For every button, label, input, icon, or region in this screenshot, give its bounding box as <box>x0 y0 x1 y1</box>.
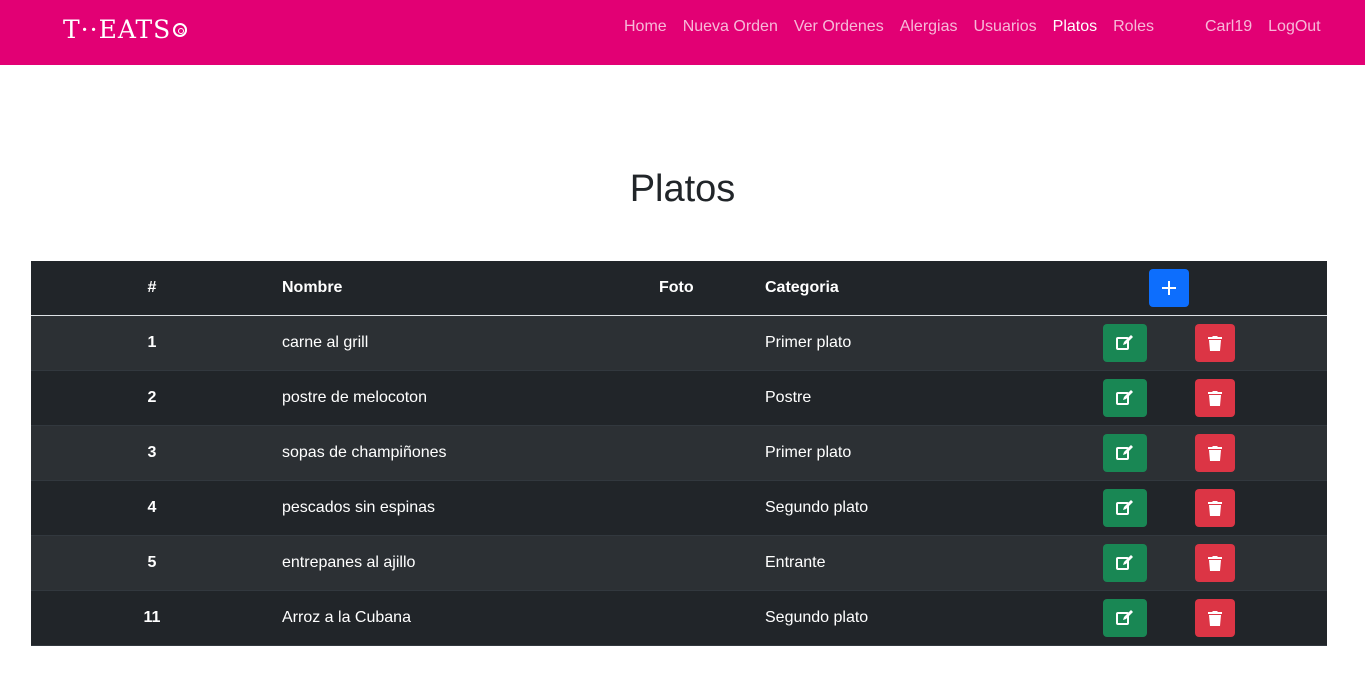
edit-button[interactable] <box>1103 489 1147 527</box>
nav-link-usuarios[interactable]: Usuarios <box>974 18 1037 40</box>
row-name: pescados sin espinas <box>282 499 435 516</box>
row-id: 11 <box>143 609 161 626</box>
edit-icon <box>1116 555 1133 570</box>
table-row: 4 pescados sin espinas Segundo plato <box>31 481 1327 536</box>
edit-icon <box>1116 390 1133 405</box>
delete-button[interactable] <box>1195 544 1235 582</box>
trash-icon <box>1208 556 1222 571</box>
edit-icon <box>1116 500 1133 515</box>
delete-button[interactable] <box>1195 489 1235 527</box>
row-name: Arroz a la Cubana <box>282 609 411 626</box>
plus-icon <box>1162 281 1176 295</box>
row-category: Primer plato <box>765 334 852 351</box>
page-title: Platos <box>629 168 736 210</box>
header-categoria: Categoria <box>765 279 839 296</box>
row-category: Segundo plato <box>765 609 869 626</box>
header-nombre: Nombre <box>282 279 343 296</box>
edit-button[interactable] <box>1103 324 1147 362</box>
delete-button[interactable] <box>1195 599 1235 637</box>
nav-link-platos[interactable]: Platos <box>1053 18 1097 40</box>
add-plato-button[interactable] <box>1149 269 1189 307</box>
row-category: Postre <box>765 389 812 406</box>
trash-icon <box>1208 446 1222 461</box>
brand-name: T··EATS <box>63 14 172 44</box>
header-foto: Foto <box>659 279 694 296</box>
edit-button[interactable] <box>1103 434 1147 472</box>
table-row: 11 Arroz a la Cubana Segundo plato <box>31 591 1327 646</box>
row-id: 3 <box>147 444 157 461</box>
trash-icon <box>1208 391 1222 406</box>
table-row: 3 sopas de champiñones Primer plato <box>31 426 1327 481</box>
row-id: 5 <box>147 554 157 571</box>
nav-link-home[interactable]: Home <box>624 18 667 40</box>
row-category: Entrante <box>765 554 826 571</box>
donut-icon <box>173 23 188 37</box>
edit-button[interactable] <box>1103 599 1147 637</box>
nav-link-ver-ordenes[interactable]: Ver Ordenes <box>794 18 884 40</box>
trash-icon <box>1208 501 1222 516</box>
table-row: 2 postre de melocoton Postre <box>31 371 1327 426</box>
user-profile-link[interactable]: Carl19 <box>1205 18 1252 40</box>
nav-link-roles[interactable]: Roles <box>1113 18 1154 40</box>
row-id: 1 <box>147 334 157 351</box>
table-row: 1 carne al grill Primer plato <box>31 316 1327 371</box>
row-category: Primer plato <box>765 444 852 461</box>
edit-button[interactable] <box>1103 544 1147 582</box>
delete-button[interactable] <box>1195 434 1235 472</box>
platos-table: # Nombre Foto Categoria 1 carne al grill… <box>31 261 1327 646</box>
logout-link[interactable]: LogOut <box>1268 18 1320 40</box>
row-id: 4 <box>147 499 157 516</box>
edit-icon <box>1116 335 1133 350</box>
trash-icon <box>1208 336 1222 351</box>
trash-icon <box>1208 611 1222 626</box>
row-name: sopas de champiñones <box>282 444 447 461</box>
edit-icon <box>1116 610 1133 625</box>
user-nav: Carl19 LogOut <box>1205 18 1337 40</box>
table-row: 5 entrepanes al ajillo Entrante <box>31 536 1327 591</box>
table-header: # Nombre Foto Categoria <box>31 261 1327 316</box>
row-name: entrepanes al ajillo <box>282 554 416 571</box>
row-category: Segundo plato <box>765 499 869 516</box>
edit-icon <box>1116 445 1133 460</box>
row-name: carne al grill <box>282 334 369 351</box>
delete-button[interactable] <box>1195 324 1235 362</box>
main-nav: Home Nueva Orden Ver Ordenes Alergias Us… <box>624 18 1170 40</box>
nav-link-alergias[interactable]: Alergias <box>900 18 958 40</box>
row-name: postre de melocoton <box>282 389 427 406</box>
navbar: T··EATS Home Nueva Orden Ver Ordenes Ale… <box>0 0 1365 65</box>
header-num: # <box>147 279 157 296</box>
edit-button[interactable] <box>1103 379 1147 417</box>
row-id: 2 <box>147 389 157 406</box>
delete-button[interactable] <box>1195 379 1235 417</box>
brand-logo[interactable]: T··EATS <box>63 14 188 44</box>
nav-link-nueva-orden[interactable]: Nueva Orden <box>683 18 778 40</box>
